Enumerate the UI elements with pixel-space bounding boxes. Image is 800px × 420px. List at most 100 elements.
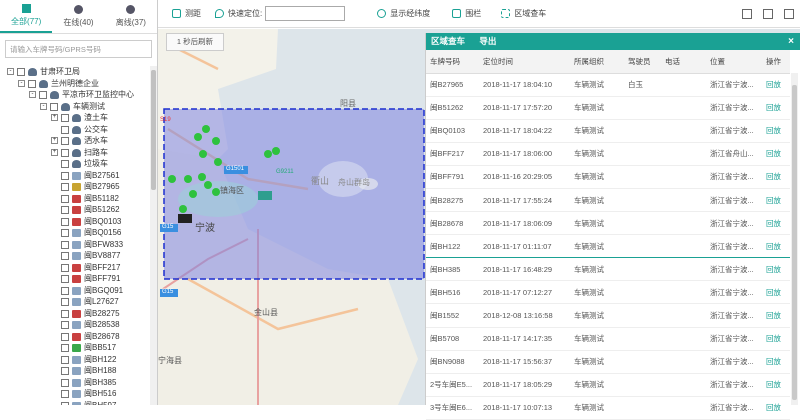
close-icon[interactable]: ×	[788, 33, 794, 50]
playback-link[interactable]: 回放	[762, 73, 790, 97]
tree-checkbox[interactable]	[61, 332, 69, 341]
tree-checkbox[interactable]	[61, 286, 69, 295]
playback-link[interactable]: 回放	[762, 165, 790, 189]
tree-checkbox[interactable]	[61, 217, 69, 226]
tree-node[interactable]: 垃圾车	[0, 158, 150, 170]
tree-node[interactable]: - 平凉市环卫监控中心	[0, 89, 150, 101]
tree-checkbox[interactable]	[61, 194, 69, 203]
layout-split-icon[interactable]	[763, 9, 773, 19]
table-row[interactable]: 闽BH385 2018-11-17 16:48:29 车辆测试 浙江省宁波... 回放	[426, 257, 790, 282]
tree-node[interactable]: 闽BH385	[0, 377, 150, 389]
tree-node[interactable]: 闽BH122	[0, 354, 150, 366]
tree-checkbox[interactable]	[61, 390, 69, 398]
tree-checkbox[interactable]	[61, 355, 69, 364]
tab-0[interactable]: 全部(77)	[0, 0, 53, 33]
playback-link[interactable]: 回放	[762, 211, 790, 236]
tree-node[interactable]: - 兰州明德企业	[0, 78, 150, 90]
tree-checkbox[interactable]	[61, 160, 69, 168]
table-row[interactable]: 闽B28275 2018-11-17 17:55:24 车辆测试 浙江省宁波... 回放	[426, 188, 790, 213]
export-button[interactable]: 导出	[479, 36, 496, 46]
measure-button[interactable]: 测距	[172, 8, 201, 19]
tree-node[interactable]: + 扫路车	[0, 147, 150, 159]
playback-link[interactable]: 回放	[762, 373, 790, 397]
tree-node[interactable]: 闽BFF791	[0, 273, 150, 285]
tree-node[interactable]: 闽BFF217	[0, 262, 150, 274]
playback-link[interactable]: 回放	[762, 396, 790, 420]
layout-single-icon[interactable]	[742, 9, 752, 19]
tree-node[interactable]: 闽B27561	[0, 170, 150, 182]
table-row[interactable]: 闽BH122 2018-11-17 01:11:07 车辆测试 浙江省宁波... 回放	[426, 234, 790, 259]
table-row[interactable]: 闽BFF791 2018-11-16 20:29:05 车辆测试 浙江省宁波... 回放	[426, 165, 790, 189]
playback-link[interactable]: 回放	[762, 257, 790, 282]
expand-toggle-icon[interactable]: +	[51, 137, 58, 144]
tree-checkbox[interactable]	[61, 171, 69, 180]
tree-checkbox[interactable]	[28, 79, 36, 88]
fence-button[interactable]: 围栏	[452, 8, 481, 19]
tree-checkbox[interactable]	[61, 240, 69, 249]
tree-node[interactable]: 闽B27965	[0, 181, 150, 193]
tree-node[interactable]: + 渣土车	[0, 112, 150, 124]
table-scrollbar-thumb[interactable]	[792, 85, 797, 400]
playback-link[interactable]: 回放	[762, 188, 790, 213]
tree-node[interactable]: + 洒水车	[0, 135, 150, 147]
tree-node[interactable]: 闽B28275	[0, 308, 150, 320]
tree-checkbox[interactable]	[61, 321, 69, 329]
expand-toggle-icon[interactable]: -	[18, 79, 25, 87]
tree-checkbox[interactable]	[17, 68, 25, 76]
table-row[interactable]: 闽B5708 2018-11-17 14:17:35 车辆测试 浙江省宁波... 回放	[426, 327, 790, 351]
tree-checkbox[interactable]	[61, 275, 69, 283]
tree-node[interactable]: 闽BB517	[0, 342, 150, 354]
tree-node[interactable]: - 车辆测试	[0, 101, 150, 113]
tree-checkbox[interactable]	[61, 252, 69, 260]
tree-checkbox[interactable]	[61, 206, 69, 214]
expand-toggle-icon[interactable]: -	[29, 91, 36, 98]
playback-link[interactable]: 回放	[762, 327, 790, 351]
tree-checkbox[interactable]	[50, 102, 58, 111]
tree-checkbox[interactable]	[61, 309, 69, 318]
tab-2[interactable]: 离线(37)	[105, 0, 157, 33]
table-row[interactable]: 闽B1552 2018-12-08 13:16:58 车辆测试 浙江省宁波... 回放	[426, 303, 790, 328]
playback-link[interactable]: 回放	[762, 280, 790, 305]
tree-checkbox[interactable]	[61, 229, 69, 237]
tree-node[interactable]: - 甘肃环卫局	[0, 66, 150, 78]
refresh-indicator[interactable]: 1 秒后刷新	[166, 33, 224, 51]
table-row[interactable]: 3号车闽E6... 2018-11-17 10:07:13 车辆测试 浙江省宁波...…	[426, 396, 790, 420]
locate-input[interactable]	[265, 6, 346, 21]
tree-scrollbar-thumb[interactable]	[151, 70, 156, 190]
tree-node[interactable]: 闽B51262	[0, 204, 150, 216]
table-row[interactable]: 闽BN9088 2018-11-17 15:56:37 车辆测试 浙江省宁波... 回放	[426, 350, 790, 374]
table-row[interactable]: 闽B28678 2018-11-17 18:06:09 车辆测试 浙江省宁波... 回放	[426, 211, 790, 236]
tree-checkbox[interactable]	[61, 378, 69, 387]
tree-node[interactable]: 闽B51182	[0, 193, 150, 205]
expand-toggle-icon[interactable]: +	[51, 114, 58, 121]
table-row[interactable]: 2号车闽E5... 2018-11-17 18:05:29 车辆测试 浙江省宁波...…	[426, 373, 790, 397]
playback-link[interactable]: 回放	[762, 234, 790, 259]
tree-checkbox[interactable]	[61, 125, 69, 134]
tree-node[interactable]: 闽BH597	[0, 400, 150, 405]
tree-checkbox[interactable]	[61, 114, 69, 122]
expand-toggle-icon[interactable]: -	[7, 68, 14, 75]
vehicle-search-input[interactable]: 请输入车牌号码/GPRS号码	[5, 40, 152, 58]
tree-checkbox[interactable]	[61, 263, 69, 272]
tree-checkbox[interactable]	[61, 183, 69, 191]
tree-node[interactable]: 闽B28538	[0, 319, 150, 331]
expand-toggle-icon[interactable]: +	[51, 148, 58, 156]
tree-node[interactable]: 闽BQ0103	[0, 216, 150, 228]
playback-link[interactable]: 回放	[762, 350, 790, 374]
tree-checkbox[interactable]	[61, 137, 69, 145]
table-row[interactable]: 闽B51262 2018-11-17 17:57:20 车辆测试 浙江省宁波... 回放	[426, 96, 790, 120]
tree-node[interactable]: 闽BH516	[0, 388, 150, 400]
table-row[interactable]: 闽B27965 2018-11-17 18:04:10 车辆测试 白玉 浙江省宁波...…	[426, 73, 790, 97]
tree-checkbox[interactable]	[61, 298, 69, 306]
tree-checkbox[interactable]	[61, 148, 69, 157]
tree-node[interactable]: 闽BQ0156	[0, 227, 150, 239]
playback-link[interactable]: 回放	[762, 142, 790, 166]
show-coords-button[interactable]: 显示经纬度	[377, 8, 430, 19]
tree-node[interactable]: 闽BFW833	[0, 239, 150, 251]
layout-grid-icon[interactable]	[784, 9, 794, 19]
tree-checkbox[interactable]	[61, 367, 69, 375]
table-row[interactable]: 闽BQ0103 2018-11-17 18:04:22 车辆测试 浙江省宁波... 回放	[426, 119, 790, 143]
tree-node[interactable]: 闽B28678	[0, 331, 150, 343]
area-search-button[interactable]: 区域查车	[501, 8, 546, 19]
tree-checkbox[interactable]	[61, 401, 69, 405]
